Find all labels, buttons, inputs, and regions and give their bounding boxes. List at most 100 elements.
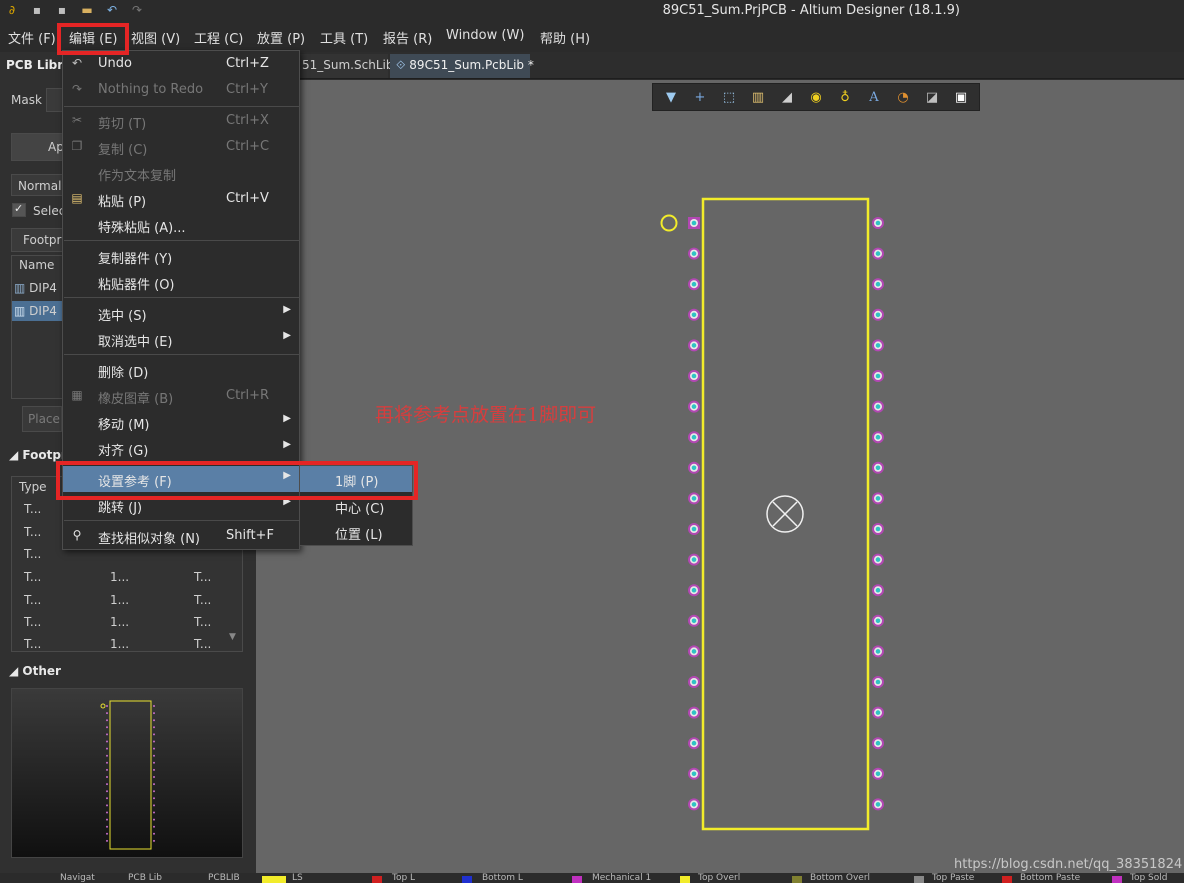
pad[interactable]: [688, 523, 700, 535]
pad[interactable]: [872, 400, 884, 413]
crosshair-icon[interactable]: +: [691, 89, 709, 107]
menu-item-copy-component[interactable]: 复制器件 (Y): [63, 243, 299, 269]
menu-place[interactable]: 放置 (P): [257, 28, 305, 47]
menu-item-paste[interactable]: ▤ 粘贴 (P) Ctrl+V: [63, 186, 299, 212]
save-all-icon[interactable]: ▪: [55, 3, 69, 17]
pad[interactable]: [688, 737, 700, 750]
scroll-down-icon[interactable]: ▼: [229, 632, 236, 642]
status-navigator[interactable]: Navigat: [60, 873, 95, 883]
pad[interactable]: [872, 370, 884, 382]
pad[interactable]: [872, 584, 884, 597]
pad[interactable]: [872, 523, 884, 535]
layer-tab[interactable]: Bottom L: [482, 873, 523, 883]
menu-item-cut[interactable]: ✂ 剪切 (T) Ctrl+X: [63, 108, 299, 134]
pad[interactable]: [688, 614, 700, 627]
pad[interactable]: [872, 553, 884, 566]
pad[interactable]: [872, 737, 884, 750]
layer-tab[interactable]: Top L: [392, 873, 415, 883]
submenu-item-location[interactable]: 位置 (L): [300, 519, 412, 545]
region-icon[interactable]: ▣: [952, 89, 970, 107]
pad[interactable]: [688, 370, 700, 382]
menu-tools[interactable]: 工具 (T): [320, 28, 368, 47]
menu-project[interactable]: 工程 (C): [194, 28, 243, 47]
layer-tab[interactable]: Bottom Overl: [810, 873, 870, 883]
pad[interactable]: [872, 676, 884, 688]
pad[interactable]: [872, 461, 884, 474]
pad[interactable]: [688, 706, 700, 719]
select-rect-icon[interactable]: ⬚: [720, 89, 738, 107]
pad[interactable]: [688, 308, 700, 321]
tab-pcblib[interactable]: ⟐ 89C51_Sum.PcbLib *: [390, 54, 534, 78]
footprints-combo[interactable]: Footpri: [11, 228, 67, 252]
pad[interactable]: [688, 553, 700, 566]
via-icon[interactable]: ♁: [836, 89, 854, 107]
pad[interactable]: [872, 308, 884, 321]
pad-icon[interactable]: ◉: [807, 89, 825, 107]
menu-help[interactable]: 帮助 (H): [540, 28, 590, 47]
layer-tab[interactable]: Bottom Paste: [1020, 873, 1080, 883]
layer-tab[interactable]: Top Paste: [932, 873, 974, 883]
pad[interactable]: [688, 431, 700, 444]
pad[interactable]: [688, 217, 700, 229]
pad[interactable]: [872, 798, 884, 811]
open-folder-icon[interactable]: ▬: [80, 3, 94, 17]
pad[interactable]: [688, 278, 700, 291]
pad[interactable]: [688, 767, 700, 780]
pad[interactable]: [688, 798, 700, 811]
layer-tab[interactable]: Top Sold: [1130, 873, 1167, 883]
status-pcb-lib[interactable]: PCB Lib: [128, 873, 162, 883]
normal-dropdown[interactable]: Normal: [11, 174, 67, 196]
list-item-selected[interactable]: ▥ DIP4: [12, 301, 64, 321]
status-pcblib[interactable]: PCBLIB: [208, 873, 240, 883]
pad[interactable]: [872, 767, 884, 780]
menu-item-copy[interactable]: ❐ 复制 (C) Ctrl+C: [63, 134, 299, 160]
pad[interactable]: [688, 492, 700, 505]
line-icon[interactable]: ◪: [923, 89, 941, 107]
menu-item-find-similar[interactable]: ⚲ 查找相似对象 (N) Shift+F: [63, 523, 299, 549]
menu-item-move[interactable]: 移动 (M) ▶: [63, 409, 299, 435]
pad[interactable]: [872, 339, 884, 352]
save-icon[interactable]: ▪: [30, 3, 44, 17]
pad[interactable]: [872, 217, 884, 229]
menu-item-rubber-stamp[interactable]: ▦ 橡皮图章 (B) Ctrl+R: [63, 383, 299, 409]
pad[interactable]: [688, 247, 700, 260]
footprint-primitives-section[interactable]: ◢ Footpr: [9, 448, 67, 462]
layer-tab[interactable]: Mechanical 1: [592, 873, 651, 883]
menu-item-paste-special[interactable]: 特殊粘贴 (A)...: [63, 212, 299, 238]
tab-schlib[interactable]: 51_Sum.SchLib: [296, 54, 393, 78]
menu-item-deselect[interactable]: 取消选中 (E) ▶: [63, 326, 299, 352]
redo-icon[interactable]: ↷: [130, 3, 144, 17]
menu-item-delete[interactable]: 删除 (D): [63, 357, 299, 383]
menu-item-copy-as-text[interactable]: 作为文本复制: [63, 160, 299, 186]
pad[interactable]: [872, 614, 884, 627]
filter-icon[interactable]: ▼: [662, 89, 680, 107]
menu-view[interactable]: 视图 (V): [131, 28, 180, 47]
pad[interactable]: [872, 492, 884, 505]
menu-item-paste-component[interactable]: 粘贴器件 (O): [63, 269, 299, 295]
pad[interactable]: [872, 431, 884, 444]
text-icon[interactable]: A: [865, 89, 883, 107]
arc-icon[interactable]: ◔: [894, 89, 912, 107]
menu-window[interactable]: Window (W): [446, 28, 524, 43]
pad[interactable]: [872, 706, 884, 719]
list-item[interactable]: ▥ DIP4: [14, 281, 57, 295]
pad[interactable]: [688, 400, 700, 413]
pad[interactable]: [688, 645, 700, 658]
select-checkbox[interactable]: ✓: [12, 202, 26, 217]
align-icon[interactable]: ▥: [749, 89, 767, 107]
place-button[interactable]: Place: [22, 406, 62, 432]
menu-file[interactable]: 文件 (F): [8, 28, 56, 47]
pad[interactable]: [872, 278, 884, 291]
undo-icon[interactable]: ↶: [105, 3, 119, 17]
track-icon[interactable]: ◢: [778, 89, 796, 107]
menu-reports[interactable]: 报告 (R): [383, 28, 432, 47]
pad[interactable]: [688, 676, 700, 688]
other-section[interactable]: ◢ Other: [9, 664, 61, 678]
menu-item-align[interactable]: 对齐 (G) ▶: [63, 435, 299, 461]
pad[interactable]: [872, 247, 884, 260]
status-ls[interactable]: LS: [292, 873, 303, 883]
pad[interactable]: [688, 339, 700, 352]
pad[interactable]: [688, 584, 700, 597]
apply-button[interactable]: Ap: [11, 133, 67, 161]
pad[interactable]: [872, 645, 884, 658]
